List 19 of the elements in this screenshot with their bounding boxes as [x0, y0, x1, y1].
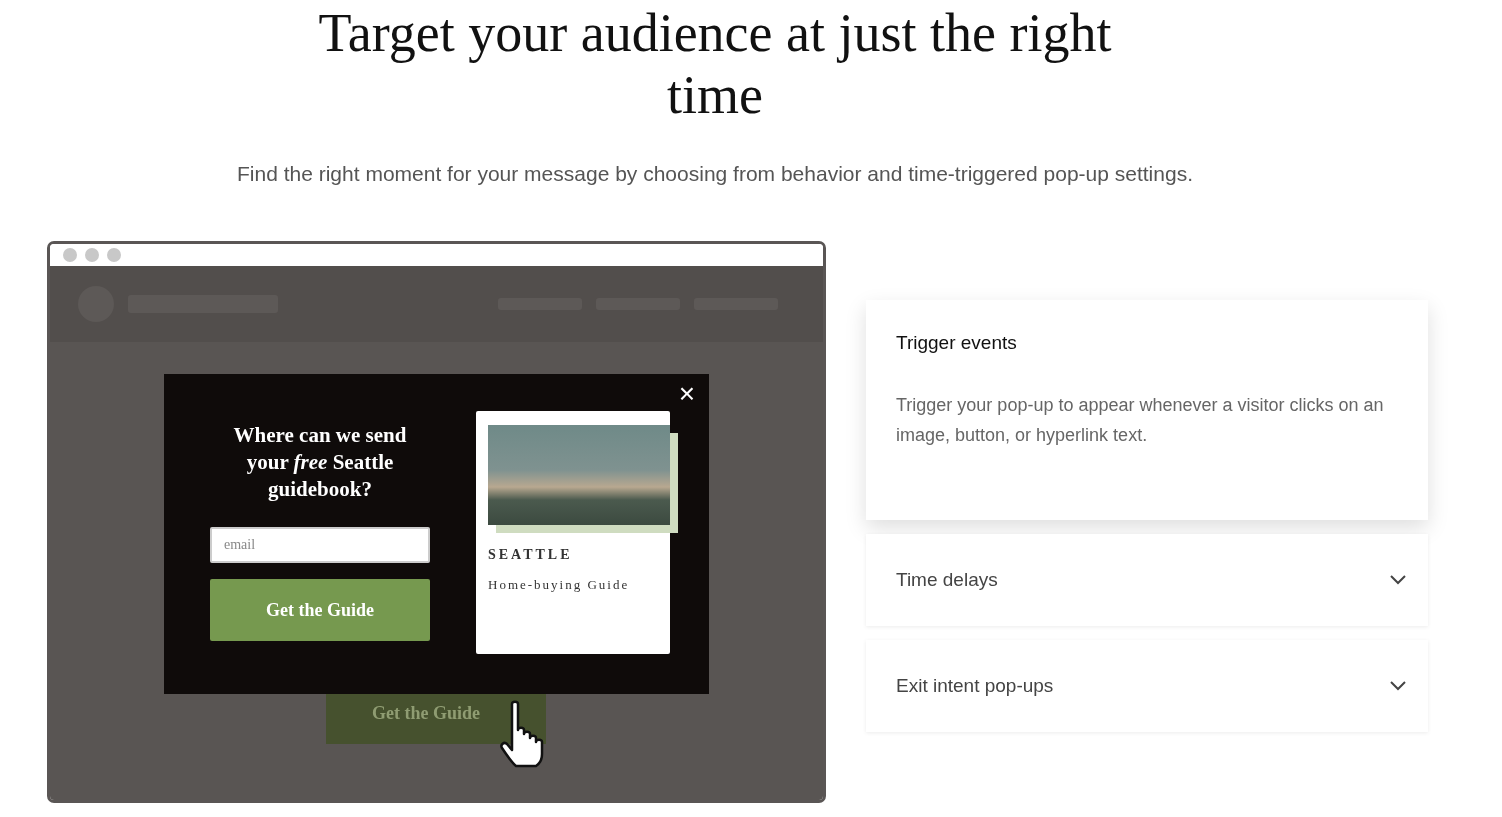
page-heading: Target your audience at just the right time [317, 2, 1113, 126]
window-dot [107, 248, 121, 262]
close-button[interactable]: × [674, 380, 699, 408]
accordion-item[interactable]: Trigger events Trigger your pop-up to appear whenever a visitor clicks on an image, button, or hyperlink text. [866, 300, 1428, 520]
accordion-body: Trigger your pop-up to appear whenever a visitor clicks on an image, button, or hyperlink text. [896, 394, 1385, 447]
accordion-item[interactable]: Exit intent pop-ups [866, 640, 1428, 732]
popup-title: Where can we send your free Seattle guidebook? [232, 422, 408, 503]
chevron-down-icon [1390, 681, 1406, 691]
accordion-title: Exit intent pop-ups [896, 675, 1054, 697]
guide-subtitle: Home-buying Guide [488, 577, 631, 593]
window-dot [63, 248, 77, 262]
accordion-item[interactable]: Time delays [866, 534, 1428, 626]
email-field[interactable]: email [210, 527, 430, 563]
guide-city: SEATTLE [488, 547, 574, 563]
accordion-title: Time delays [896, 569, 998, 591]
page-subtitle: Find the right moment for your message by choosing from behavior and time-triggered pop-up settings. [236, 162, 1194, 186]
chevron-down-icon [1390, 575, 1406, 585]
accordion-title: Trigger events [896, 332, 1017, 354]
window-dot [85, 248, 99, 262]
